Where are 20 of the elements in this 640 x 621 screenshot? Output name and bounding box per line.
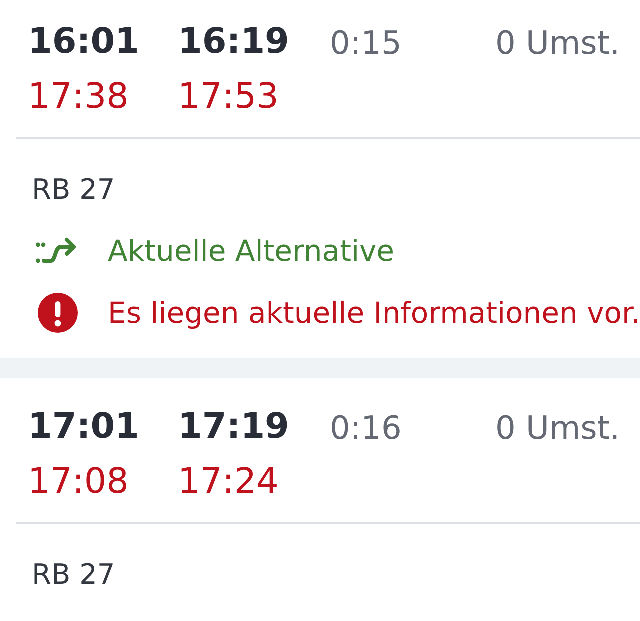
planned-arrival-time: 16:19: [178, 25, 290, 60]
actual-departure-time: 17:08: [28, 465, 129, 500]
travel-duration: 0:15: [330, 26, 402, 58]
connection-card[interactable]: 17:01 17:19 0:16 0 Umst. 17:08 17:24 RB 27: [0, 378, 640, 621]
alert-icon: [38, 293, 78, 333]
route-arrow-icon: [36, 237, 76, 265]
alert-message: Es liegen aktuelle Informationen vor.: [108, 296, 640, 330]
planned-departure-time: 16:01: [28, 25, 140, 60]
travel-duration: 0:16: [330, 412, 402, 444]
transfer-count: 0 Umst.: [495, 26, 620, 58]
actual-arrival-time: 17:53: [178, 80, 279, 115]
train-line: RB 27: [32, 172, 116, 208]
alternative-link[interactable]: Aktuelle Alternative: [108, 234, 395, 268]
actual-arrival-time: 17:24: [178, 465, 279, 500]
planned-arrival-time: 17:19: [178, 410, 290, 445]
actual-departure-time: 17:38: [28, 80, 129, 115]
planned-departure-time: 17:01: [28, 410, 140, 445]
connection-card[interactable]: 16:01 16:19 0:15 0 Umst. 17:38 17:53 RB 27 Aktuelle Alternative Es liegen aktuelle Informationen vor.: [0, 0, 640, 358]
train-line: RB 27: [32, 557, 116, 593]
transfer-count: 0 Umst.: [495, 412, 620, 444]
